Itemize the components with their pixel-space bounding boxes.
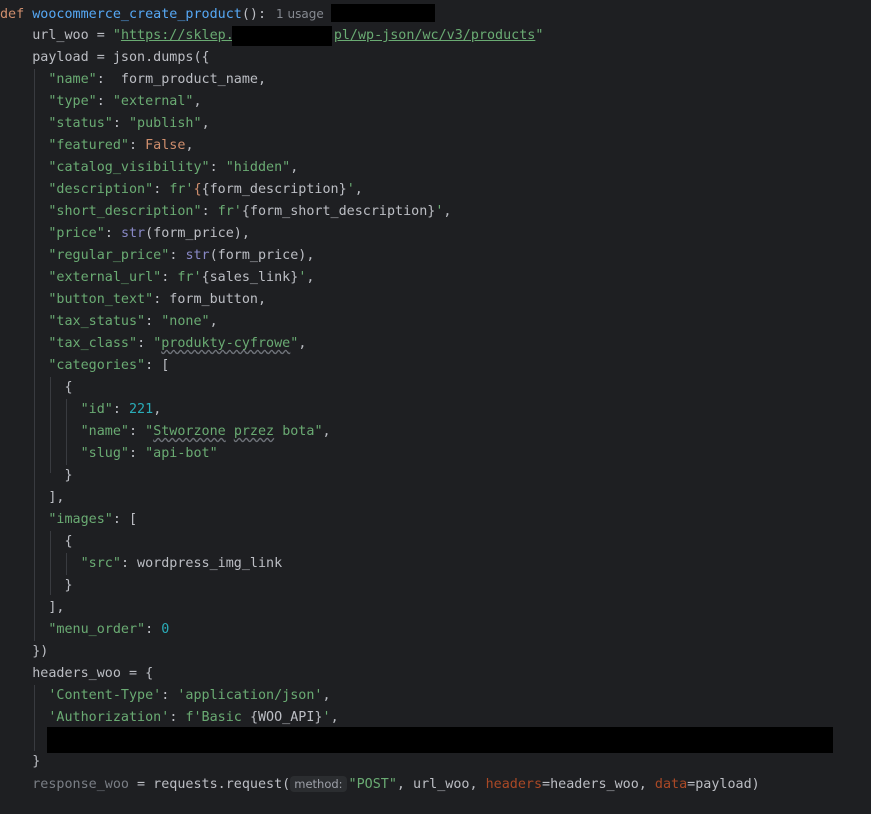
redaction-box — [47, 727, 833, 753]
code-line-36[interactable]: response_woo = requests.request(method: "… — [0, 773, 760, 795]
code-line-28[interactable]: ], — [0, 597, 64, 619]
code-line-10[interactable]: "short_description": fr'{form_short_desc… — [0, 201, 451, 223]
code-line-11[interactable]: "price": str(form_price), — [0, 223, 250, 245]
code-line-21[interactable]: "slug": "api-bot" — [0, 443, 218, 465]
code-line-4[interactable]: "name": form_product_name, — [0, 69, 266, 91]
code-line-27[interactable]: } — [0, 575, 72, 597]
code-line-15[interactable]: "tax_status": "none", — [0, 311, 217, 333]
code-line-26[interactable]: "src": wordpress_img_link — [0, 553, 283, 575]
code-line-3[interactable]: payload = json.dumps({ — [0, 47, 209, 69]
code-line-25[interactable]: { — [0, 531, 72, 553]
code-line-22[interactable]: } — [0, 465, 72, 487]
usage-hint[interactable]: 1 usage — [272, 7, 328, 21]
parameter-hint-method: method: — [290, 776, 347, 792]
code-line-13[interactable]: "external_url": fr'{sales_link}', — [0, 267, 314, 289]
code-line-24[interactable]: "images": [ — [0, 509, 137, 531]
code-line-32[interactable]: 'Content-Type': 'application/json', — [0, 685, 330, 707]
code-line-33[interactable]: 'Authorization': f'Basic {WOO_API}', — [0, 707, 338, 729]
code-line-17[interactable]: "categories": [ — [0, 355, 169, 377]
code-line-19[interactable]: "id": 221, — [0, 399, 162, 421]
url-link-part[interactable]: https://sklep. — [121, 28, 234, 43]
code-line-12[interactable]: "regular_price": str(form_price), — [0, 245, 314, 267]
code-line-5[interactable]: "type": "external", — [0, 91, 201, 113]
function-name[interactable]: woocommerce_create_product — [32, 7, 242, 22]
code-line-16[interactable]: "tax_class": "produkty-cyfrowe", — [0, 333, 306, 355]
code-line-23[interactable]: ], — [0, 487, 64, 509]
code-line-7[interactable]: "featured": False, — [0, 135, 193, 157]
code-line-6[interactable]: "status": "publish", — [0, 113, 209, 135]
code-line-1[interactable]: def woocommerce_create_product(): 1 usage — [0, 3, 328, 25]
url-link-part[interactable]: pl/wp-json/wc/v3/products — [334, 28, 536, 43]
code-line-30[interactable]: }) — [0, 641, 48, 663]
code-line-18[interactable]: { — [0, 377, 72, 399]
code-editor[interactable]: def woocommerce_create_product(): 1 usage… — [0, 0, 871, 814]
code-line-14[interactable]: "button_text": form_button, — [0, 289, 266, 311]
redaction-box — [232, 26, 332, 46]
code-line-29[interactable]: "menu_order": 0 — [0, 619, 169, 641]
code-line-31[interactable]: headers_woo = { — [0, 663, 153, 685]
code-line-35[interactable]: } — [0, 751, 40, 773]
code-line-9[interactable]: "description": fr'{{form_description}', — [0, 179, 362, 201]
redaction-box — [331, 4, 435, 22]
code-line-20[interactable]: "name": "Stworzone przez bota", — [0, 421, 331, 443]
code-line-8[interactable]: "catalog_visibility": "hidden", — [0, 157, 298, 179]
